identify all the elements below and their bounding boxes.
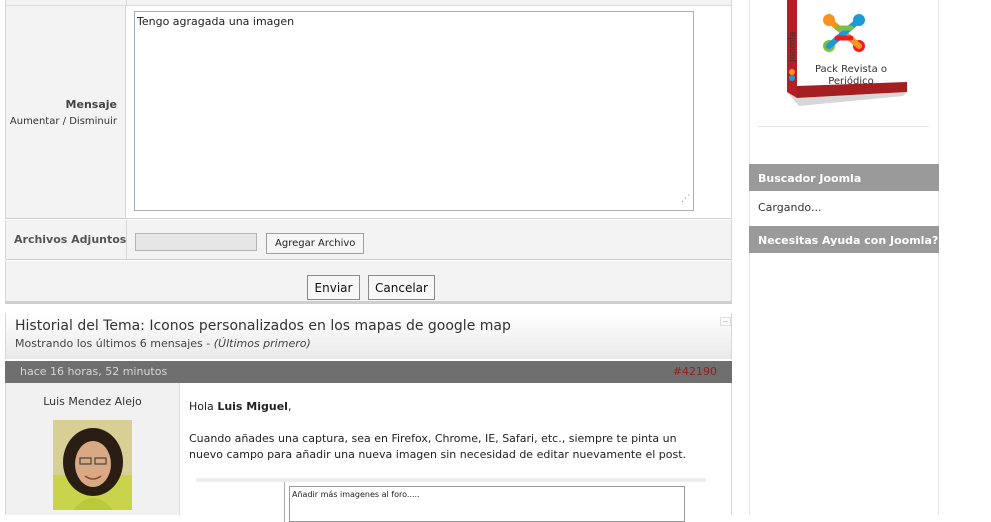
message-field-cell: Tengo agragada una imagen ⋰ bbox=[126, 6, 731, 218]
form-buttons-row: Enviar Cancelar bbox=[5, 261, 732, 304]
widget-title-ayuda: Necesitas Ayuda con Joomla? bbox=[749, 226, 939, 253]
greeting-name: Luis Miguel bbox=[217, 400, 288, 413]
author-name[interactable]: Luis Mendez Alejo bbox=[6, 395, 179, 408]
collapse-icon[interactable] bbox=[720, 317, 731, 326]
attachments-row: Archivos Adjuntos Agregar Archivo bbox=[5, 220, 732, 260]
post-author-column: Luis Mendez Alejo bbox=[6, 383, 180, 515]
post-time: hace 16 horas, 52 minutos bbox=[20, 365, 168, 378]
post-image-text: Añadir más imagenes al foro..... bbox=[292, 490, 420, 499]
post-body: Luis Mendez Alejo Hola Luis Miguel, Cuan… bbox=[5, 383, 732, 522]
sidebar-divider bbox=[758, 126, 929, 127]
widget-loading-text: Cargando... bbox=[758, 201, 822, 214]
reply-form: Mensaje Aumentar / Disminuir Tengo agrag… bbox=[5, 0, 732, 306]
increase-link[interactable]: Aumentar bbox=[10, 116, 60, 127]
resize-separator: / bbox=[62, 116, 67, 127]
post-id-link[interactable]: #42190 bbox=[673, 365, 717, 378]
send-button[interactable]: Enviar bbox=[307, 275, 360, 300]
history-title: Historial del Tema: Iconos personalizado… bbox=[15, 318, 511, 334]
message-label-cell: Mensaje Aumentar / Disminuir bbox=[6, 6, 126, 218]
post-header-bar: hace 16 horas, 52 minutos #42190 bbox=[5, 361, 732, 383]
product-box-image[interactable]: Joomla Pack Revista o Periódico bbox=[785, 0, 910, 110]
post-message: Hola Luis Miguel, Cuando añades una capt… bbox=[189, 383, 721, 522]
history-count: Mostrando los últimos 6 mensajes - bbox=[15, 337, 211, 350]
resize-grip-icon[interactable]: ⋰ bbox=[681, 192, 690, 207]
cancel-button[interactable]: Cancelar bbox=[368, 275, 435, 300]
product-label-line2: Periódico bbox=[828, 75, 874, 87]
greeting-suffix: , bbox=[287, 400, 292, 413]
post-greeting: Hola Luis Miguel, bbox=[189, 400, 291, 413]
message-text: Tengo agragada una imagen bbox=[137, 15, 295, 28]
product-label-line1: Pack Revista o bbox=[815, 64, 887, 75]
history-order: (Últimos primero) bbox=[213, 337, 311, 350]
post-text: Cuando añades una captura, sea en Firefo… bbox=[189, 432, 687, 461]
resize-links: Aumentar / Disminuir bbox=[10, 116, 117, 127]
attachment-file-input[interactable] bbox=[135, 233, 257, 251]
post-image[interactable]: Añadir más imagenes al foro..... bbox=[196, 478, 706, 522]
topic-history-header: Historial del Tema: Iconos personalizado… bbox=[5, 313, 732, 359]
product-brand-text: Joomla bbox=[788, 32, 798, 63]
decrease-link[interactable]: Disminuir bbox=[69, 116, 117, 127]
avatar[interactable] bbox=[53, 420, 132, 510]
message-textarea[interactable]: Tengo agragada una imagen ⋰ bbox=[134, 11, 694, 211]
history-subtitle: Mostrando los últimos 6 mensajes - (Últi… bbox=[15, 337, 311, 350]
attachments-label: Archivos Adjuntos bbox=[14, 233, 127, 246]
message-label: Mensaje bbox=[65, 98, 117, 111]
greeting-prefix: Hola bbox=[189, 400, 214, 413]
widget-title-buscador: Buscador Joomla bbox=[749, 164, 939, 191]
message-row: Mensaje Aumentar / Disminuir Tengo agrag… bbox=[5, 6, 732, 219]
add-file-button[interactable]: Agregar Archivo bbox=[266, 233, 365, 254]
attachments-field-cell: Agregar Archivo bbox=[126, 220, 731, 259]
